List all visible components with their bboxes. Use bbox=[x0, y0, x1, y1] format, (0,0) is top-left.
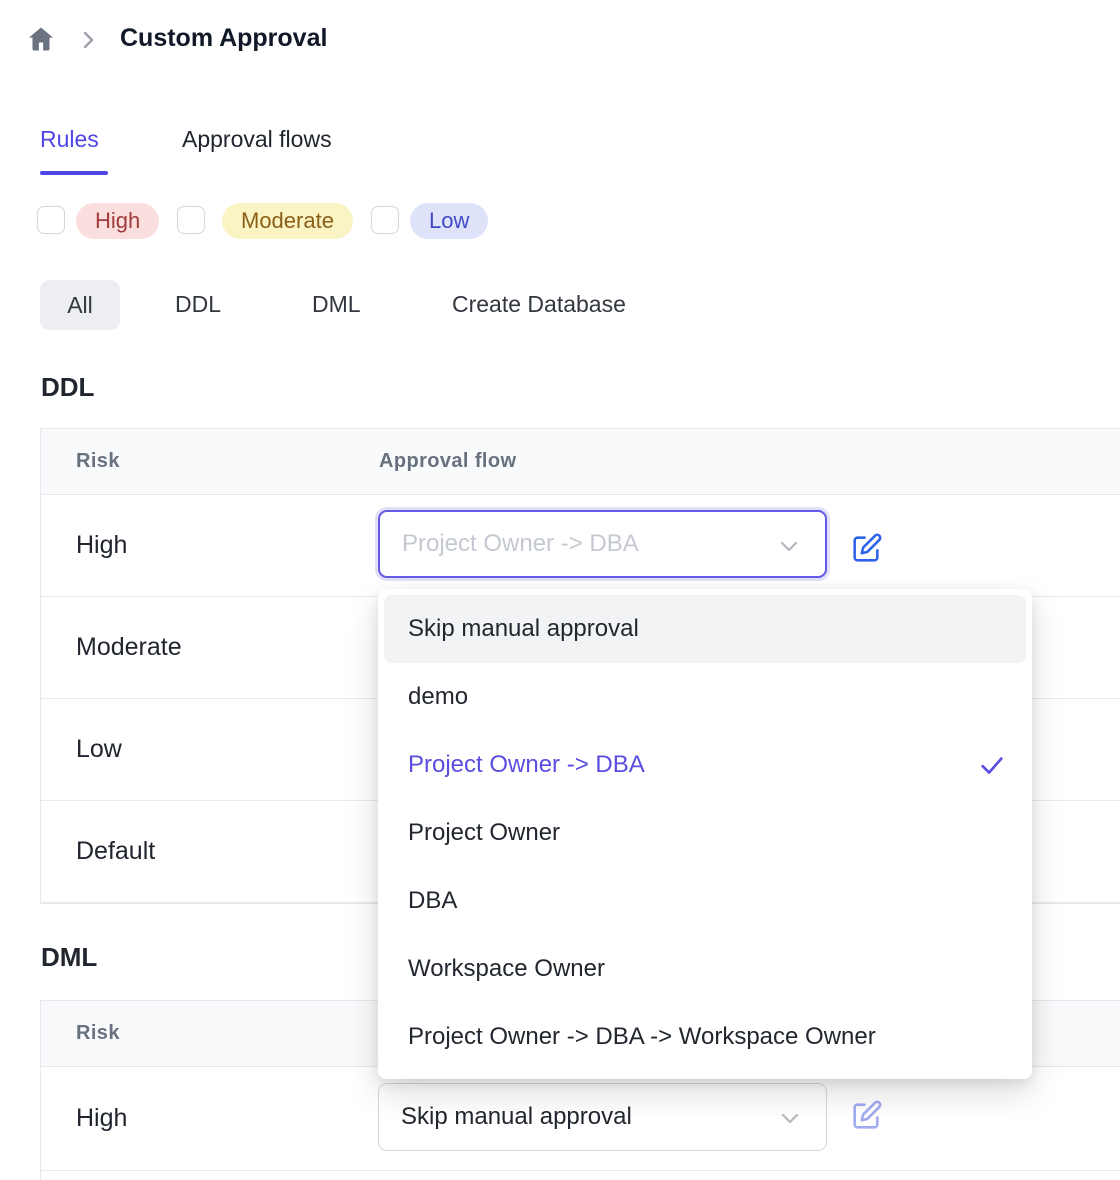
risk-checkbox-high[interactable] bbox=[37, 206, 65, 234]
tab-approval-flows[interactable]: Approval flows bbox=[182, 126, 332, 153]
risk-cell: Moderate bbox=[41, 633, 182, 662]
dropdown-option-skip-manual-approval[interactable]: Skip manual approval bbox=[384, 595, 1026, 663]
column-header-risk: Risk bbox=[76, 450, 120, 473]
risk-cell: Low bbox=[41, 735, 122, 764]
section-title-ddl: DDL bbox=[41, 372, 94, 403]
section-title-dml: DML bbox=[41, 942, 97, 973]
tab-rules[interactable]: Rules bbox=[40, 126, 99, 153]
check-icon bbox=[978, 751, 1006, 779]
ddl-table-header: Risk Approval flow bbox=[41, 429, 1120, 495]
home-icon bbox=[26, 42, 56, 57]
active-tab-underline bbox=[40, 171, 108, 175]
column-header-approval-flow: Approval flow bbox=[379, 450, 516, 473]
breadcrumb-chevron-icon bbox=[76, 28, 100, 52]
dropdown-option-demo[interactable]: demo bbox=[384, 663, 1026, 731]
chevron-down-icon bbox=[777, 534, 801, 558]
column-header-risk: Risk bbox=[76, 1022, 120, 1045]
risk-badge-high: High bbox=[76, 203, 159, 239]
approval-flow-select-ddl-high[interactable]: Project Owner -> DBA bbox=[378, 510, 827, 578]
dropdown-option-dba[interactable]: DBA bbox=[384, 867, 1026, 935]
dropdown-option-project-owner-dba[interactable]: Project Owner -> DBA bbox=[384, 731, 1026, 799]
select-value: Skip manual approval bbox=[379, 1103, 632, 1131]
dropdown-option-workspace-owner[interactable]: Workspace Owner bbox=[384, 935, 1026, 1003]
risk-cell: Default bbox=[41, 837, 155, 866]
approval-flow-select-dml-high[interactable]: Skip manual approval bbox=[378, 1083, 827, 1151]
risk-badge-moderate: Moderate bbox=[222, 203, 353, 239]
dropdown-option-project-owner[interactable]: Project Owner bbox=[384, 799, 1026, 867]
edit-flow-button-dml-high[interactable] bbox=[848, 1099, 884, 1135]
pencil-square-icon bbox=[849, 1121, 883, 1136]
filter-ddl-button[interactable]: DDL bbox=[175, 291, 221, 318]
risk-checkbox-low[interactable] bbox=[371, 206, 399, 234]
dropdown-option-project-owner-dba-workspace-owner[interactable]: Project Owner -> DBA -> Workspace Owner bbox=[384, 1003, 1026, 1071]
home-breadcrumb-button[interactable] bbox=[26, 24, 56, 54]
filter-create-database-button[interactable]: Create Database bbox=[452, 291, 626, 318]
approval-flow-dropdown-menu: Skip manual approval demo Project Owner … bbox=[378, 589, 1032, 1079]
page-title: Custom Approval bbox=[120, 24, 327, 53]
risk-checkbox-moderate[interactable] bbox=[177, 206, 205, 234]
risk-cell: High bbox=[41, 1104, 127, 1133]
chevron-down-icon bbox=[778, 1106, 802, 1130]
select-value: Project Owner -> DBA bbox=[380, 530, 639, 558]
edit-flow-button-ddl-high[interactable] bbox=[848, 532, 884, 568]
table-row-partial bbox=[41, 1171, 1120, 1180]
filter-all-button[interactable]: All bbox=[40, 280, 120, 330]
risk-cell: High bbox=[41, 531, 127, 560]
pencil-square-icon bbox=[849, 554, 883, 569]
filter-dml-button[interactable]: DML bbox=[312, 291, 361, 318]
option-label: Project Owner -> DBA bbox=[408, 751, 645, 779]
risk-badge-low: Low bbox=[410, 203, 488, 239]
custom-approval-page: Custom Approval Rules Approval flows Hig… bbox=[0, 0, 1120, 1180]
